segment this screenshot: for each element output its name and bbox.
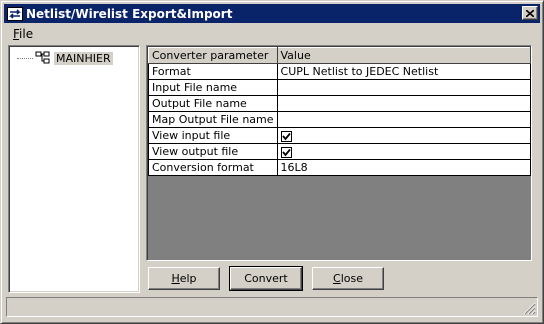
param-value-input-file[interactable] — [276, 79, 532, 96]
tree-node-label: MAINHIER — [54, 51, 113, 65]
table-row[interactable]: Output File name — [148, 95, 532, 112]
close-icon — [526, 9, 534, 17]
param-name: View output file — [148, 143, 278, 160]
param-name: Conversion format — [148, 159, 278, 176]
help-button[interactable]: Help — [148, 267, 220, 290]
param-value-map-output-file[interactable] — [276, 111, 532, 128]
checkmark-icon — [281, 148, 291, 156]
column-header-value[interactable]: Value — [276, 47, 532, 64]
column-header-parameter[interactable]: Converter parameter — [148, 47, 278, 64]
menu-bar: File — [4, 25, 540, 43]
hierarchy-tree[interactable]: MAINHIER — [8, 45, 140, 293]
param-name: Input File name — [148, 79, 278, 96]
checkmark-icon — [281, 132, 291, 140]
resize-grip-icon[interactable] — [523, 302, 536, 315]
param-name: Output File name — [148, 95, 278, 112]
tree-node-root[interactable]: MAINHIER — [17, 51, 113, 65]
table-row[interactable]: View output file — [148, 143, 532, 160]
convert-label: Convert — [244, 272, 288, 285]
table-row[interactable]: Map Output File name — [148, 111, 532, 128]
swap-arrows-icon — [7, 6, 23, 21]
table-row[interactable]: Format CUPL Netlist to JEDEC Netlist — [148, 63, 532, 80]
param-value-format[interactable]: CUPL Netlist to JEDEC Netlist — [276, 63, 532, 80]
param-name: View input file — [148, 127, 278, 144]
title-bar[interactable]: Netlist/Wirelist Export&Import — [4, 4, 540, 23]
param-value-output-file[interactable] — [276, 95, 532, 112]
param-name: Map Output File name — [148, 111, 278, 128]
hierarchy-icon — [35, 51, 50, 64]
close-mnemonic: C — [333, 272, 341, 285]
close-dialog-button[interactable]: Close — [312, 267, 384, 290]
param-name: Format — [148, 63, 278, 80]
window-title: Netlist/Wirelist Export&Import — [26, 6, 233, 21]
dialog-window: Netlist/Wirelist Export&Import File MAIN… — [0, 0, 544, 324]
close-button[interactable] — [522, 6, 538, 20]
view-output-checkbox[interactable] — [280, 146, 292, 158]
param-value-view-input — [276, 127, 532, 144]
status-bar — [6, 297, 538, 317]
menu-file-label: ile — [19, 27, 34, 41]
param-value-conversion-format[interactable]: 16L8 — [276, 159, 532, 176]
table-row[interactable]: View input file — [148, 127, 532, 144]
menu-file[interactable]: File — [4, 27, 42, 41]
table-header-row: Converter parameter Value — [148, 47, 532, 64]
convert-button[interactable]: Convert — [229, 266, 303, 291]
parameter-grid: Converter parameter Value Format CUPL Ne… — [146, 45, 532, 261]
help-mnemonic: H — [171, 272, 180, 285]
close-label: lose — [340, 272, 363, 285]
table-row[interactable]: Input File name — [148, 79, 532, 96]
parameter-table: Converter parameter Value Format CUPL Ne… — [148, 47, 532, 176]
tree-connector — [17, 57, 33, 59]
help-label: elp — [179, 272, 197, 285]
table-row[interactable]: Conversion format 16L8 — [148, 159, 532, 176]
param-value-view-output — [276, 143, 532, 160]
view-input-checkbox[interactable] — [280, 130, 292, 142]
